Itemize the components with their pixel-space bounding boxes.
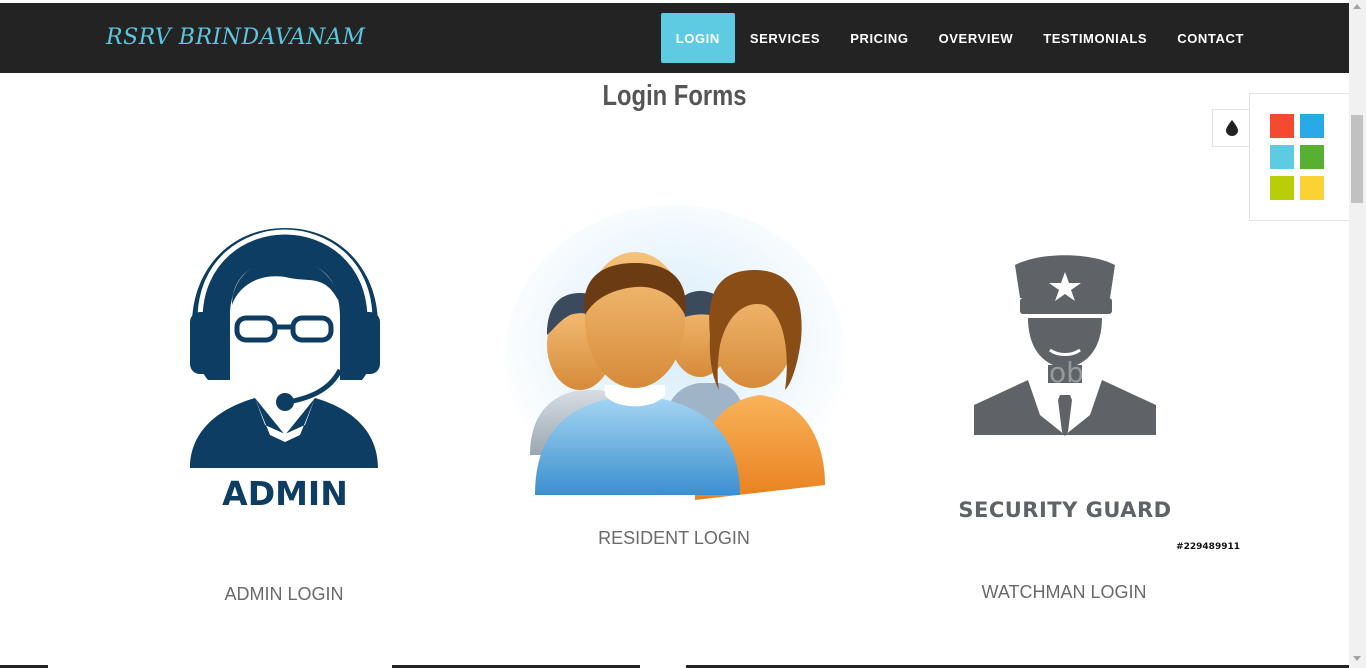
watchman-image[interactable]: Adobe Stock SECURITY GUARD #229489911 — [950, 250, 1250, 555]
image-id-text: #229489911 — [1176, 542, 1240, 552]
brand-logo[interactable]: RSRV BRINDAVANAM — [106, 25, 365, 50]
nav-pricing[interactable]: PRICING — [835, 13, 923, 63]
color-swatch-red[interactable] — [1270, 114, 1294, 138]
color-swatch-lime[interactable] — [1270, 176, 1294, 200]
resident-group-icon — [505, 205, 845, 505]
color-swatch-green[interactable] — [1300, 145, 1324, 169]
page-title: Login Forms — [602, 80, 747, 112]
scroll-down-arrow-icon[interactable] — [1353, 656, 1361, 661]
resident-image[interactable] — [505, 205, 845, 505]
page-scrollbar[interactable] — [1349, 0, 1366, 668]
drop-icon — [1225, 120, 1238, 136]
nav-login[interactable]: LOGIN — [660, 13, 735, 63]
nav-contact[interactable]: CONTACT — [1162, 13, 1259, 63]
watchman-image-text: SECURITY GUARD — [958, 498, 1171, 522]
color-switcher-toggle[interactable] — [1212, 109, 1250, 147]
color-swatch-yellow[interactable] — [1300, 176, 1324, 200]
watchman-login-link[interactable]: WATCHMAN LOGIN — [914, 582, 1214, 603]
admin-image-text: ADMIN — [222, 474, 348, 513]
nav-services[interactable]: SERVICES — [735, 13, 835, 63]
color-switcher-panel — [1249, 93, 1349, 221]
nav-testimonials[interactable]: TESTIMONIALS — [1028, 13, 1162, 63]
resident-login-link[interactable]: RESIDENT LOGIN — [524, 528, 824, 549]
security-guard-icon: Adobe Stock SECURITY GUARD #229489911 — [958, 255, 1240, 552]
admin-avatar-icon: ADMIN — [190, 228, 380, 513]
color-swatch-blue[interactable] — [1300, 114, 1324, 138]
scroll-thumb[interactable] — [1351, 115, 1363, 203]
admin-image[interactable]: ADMIN — [170, 220, 400, 520]
scroll-up-arrow-icon[interactable] — [1353, 4, 1361, 9]
color-swatch-light-blue[interactable] — [1270, 145, 1294, 169]
admin-login-link[interactable]: ADMIN LOGIN — [134, 584, 434, 605]
main-nav: LOGIN SERVICES PRICING OVERVIEW TESTIMON… — [660, 13, 1259, 63]
nav-overview[interactable]: OVERVIEW — [924, 13, 1029, 63]
navbar: RSRV BRINDAVANAM LOGIN SERVICES PRICING … — [0, 3, 1349, 73]
watermark-text: Adobe Stock — [1013, 356, 1189, 389]
